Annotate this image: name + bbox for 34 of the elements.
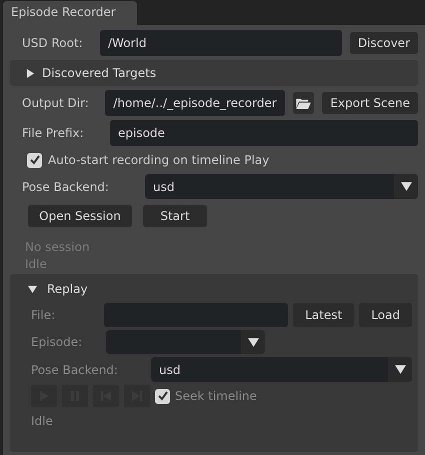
- dropdown-arrow-icon: [248, 336, 258, 348]
- field-label: Episode:: [30, 335, 84, 349]
- field-label: Pose Backend:: [21, 180, 110, 194]
- field-label: USD Root:: [21, 36, 84, 50]
- collapsible-header[interactable]: Replay: [10, 279, 418, 299]
- dropdown[interactable]: usd: [145, 174, 418, 199]
- field-label: File Prefix:: [21, 126, 85, 140]
- folder-button[interactable]: [292, 92, 314, 114]
- field-label: Pose Backend:: [30, 362, 119, 376]
- action-button[interactable]: Load: [359, 303, 412, 327]
- checkbox-label: Auto-start recording on timeline Play: [48, 153, 270, 167]
- expand-arrow-icon: [28, 284, 37, 294]
- dropdown-arrow-icon: [400, 181, 412, 192]
- action-button[interactable]: Open Session: [28, 205, 132, 227]
- export-scene-button[interactable]: Export Scene: [322, 92, 418, 114]
- action-button[interactable]: Latest: [293, 303, 354, 327]
- dropdown[interactable]: usd: [151, 357, 412, 382]
- status-text: Idle: [30, 414, 54, 428]
- input-field[interactable]: /World: [100, 30, 342, 56]
- field-label: Output Dir:: [21, 96, 90, 110]
- dropdown[interactable]: [106, 330, 265, 354]
- window-tab[interactable]: Episode Recorder: [3, 1, 137, 25]
- dropdown-arrow-icon: [394, 364, 406, 375]
- input-field[interactable]: episode: [110, 120, 418, 146]
- folder-icon: [296, 98, 311, 108]
- action-button[interactable]: Start: [143, 205, 207, 227]
- collapsible-header[interactable]: Discovered Targets: [10, 60, 418, 86]
- field-label: File:: [30, 308, 56, 322]
- checkbox[interactable]: [27, 152, 42, 168]
- discover-button[interactable]: Discover: [350, 32, 418, 54]
- checkbox[interactable]: [155, 388, 170, 404]
- collapse-arrow-icon: [26, 68, 35, 78]
- checkbox-label: Seek timeline: [175, 389, 257, 403]
- input-field[interactable]: /home/../_episode_recorder: [105, 90, 285, 116]
